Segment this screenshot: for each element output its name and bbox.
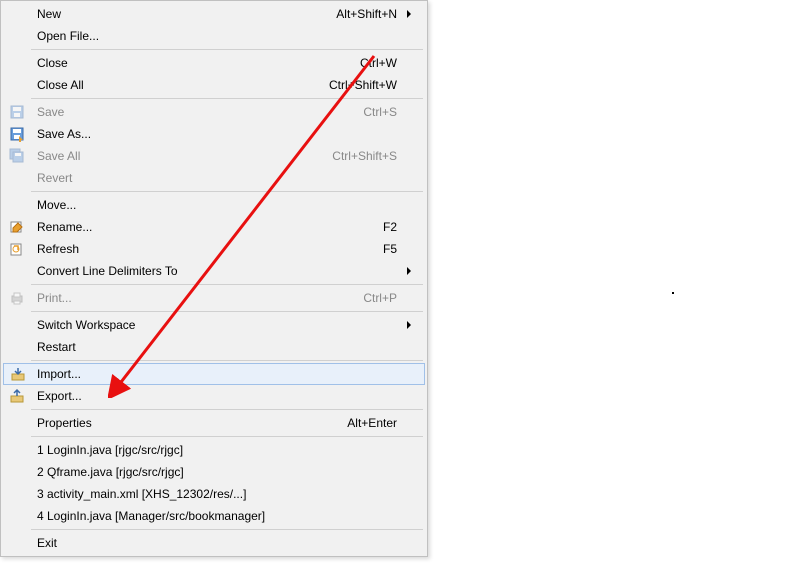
menu-separator [31,191,423,192]
menu-item-label: 2 Qframe.java [rjgc/src/rjgc] [31,465,397,479]
icon-placeholder [3,3,31,25]
icon-placeholder [3,314,31,336]
menu-item-shortcut: Ctrl+Shift+S [332,149,401,163]
submenu-indicator [401,267,417,275]
menu-item-label: 1 LoginIn.java [rjgc/src/rjgc] [31,443,397,457]
icon-placeholder [3,336,31,358]
stray-dot [672,292,674,294]
icon-placeholder [3,505,31,527]
menu-item-rename[interactable]: Rename...F2 [3,216,425,238]
menu-item-3-activity-main-xml-xhs-12302-res[interactable]: 3 activity_main.xml [XHS_12302/res/...] [3,483,425,505]
menu-item-close[interactable]: CloseCtrl+W [3,52,425,74]
menu-item-label: 4 LoginIn.java [Manager/src/bookmanager] [31,509,397,523]
menu-item-2-qframe-java-rjgc-src-rjgc[interactable]: 2 Qframe.java [rjgc/src/rjgc] [3,461,425,483]
menu-item-print[interactable]: Print...Ctrl+P [3,287,425,309]
menu-item-label: Restart [31,340,397,354]
menu-separator [31,360,423,361]
menu-item-label: Switch Workspace [31,318,397,332]
menu-item-label: Save All [31,149,332,163]
menu-item-shortcut: F5 [383,242,401,256]
menu-item-label: Refresh [31,242,383,256]
import-icon [4,364,31,384]
menu-item-move[interactable]: Move... [3,194,425,216]
icon-placeholder [3,52,31,74]
icon-placeholder [3,412,31,434]
chevron-right-icon [407,10,411,18]
menu-item-label: Save [31,105,363,119]
menu-item-import[interactable]: Import... [3,363,425,385]
menu-item-restart[interactable]: Restart [3,336,425,358]
menu-item-label: Close All [31,78,329,92]
menu-separator [31,49,423,50]
menu-item-refresh[interactable]: RefreshF5 [3,238,425,260]
menu-item-save[interactable]: SaveCtrl+S [3,101,425,123]
menu-separator [31,98,423,99]
menu-item-label: Import... [31,367,397,381]
menu-item-export[interactable]: Export... [3,385,425,407]
menu-item-open-file[interactable]: Open File... [3,25,425,47]
menu-item-label: Export... [31,389,397,403]
icon-placeholder [3,260,31,282]
menu-separator [31,409,423,410]
menu-item-label: Rename... [31,220,383,234]
icon-placeholder [3,74,31,96]
saveall-icon [3,145,31,167]
menu-item-save-as[interactable]: Save As... [3,123,425,145]
menu-separator [31,436,423,437]
menu-separator [31,311,423,312]
submenu-indicator [401,321,417,329]
menu-item-shortcut: Alt+Shift+N [336,7,401,21]
icon-placeholder [3,439,31,461]
menu-item-label: Properties [31,416,347,430]
menu-item-shortcut: Ctrl+Shift+W [329,78,401,92]
menu-separator [31,529,423,530]
submenu-indicator [401,10,417,18]
icon-placeholder [3,167,31,189]
menu-item-1-loginin-java-rjgc-src-rjgc[interactable]: 1 LoginIn.java [rjgc/src/rjgc] [3,439,425,461]
menu-item-label: Revert [31,171,397,185]
menu-item-label: Close [31,56,360,70]
export-icon [3,385,31,407]
menu-item-new[interactable]: NewAlt+Shift+N [3,3,425,25]
icon-placeholder [3,532,31,554]
file-menu: NewAlt+Shift+NOpen File...CloseCtrl+WClo… [0,0,428,557]
menu-item-label: Exit [31,536,397,550]
menu-item-label: Convert Line Delimiters To [31,264,397,278]
icon-placeholder [3,25,31,47]
menu-separator [31,284,423,285]
chevron-right-icon [407,267,411,275]
icon-placeholder [3,483,31,505]
menu-item-shortcut: Alt+Enter [347,416,401,430]
icon-placeholder [3,194,31,216]
menu-item-close-all[interactable]: Close AllCtrl+Shift+W [3,74,425,96]
menu-item-label: Open File... [31,29,397,43]
menu-item-label: Print... [31,291,363,305]
print-icon [3,287,31,309]
menu-item-shortcut: Ctrl+W [360,56,401,70]
menu-item-save-all[interactable]: Save AllCtrl+Shift+S [3,145,425,167]
save-icon [3,101,31,123]
icon-placeholder [3,461,31,483]
menu-item-convert-line-delimiters-to[interactable]: Convert Line Delimiters To [3,260,425,282]
menu-item-shortcut: Ctrl+P [363,291,401,305]
saveas-icon [3,123,31,145]
chevron-right-icon [407,321,411,329]
refresh-icon [3,238,31,260]
menu-item-switch-workspace[interactable]: Switch Workspace [3,314,425,336]
menu-item-revert[interactable]: Revert [3,167,425,189]
menu-item-label: Save As... [31,127,397,141]
menu-item-shortcut: F2 [383,220,401,234]
menu-item-shortcut: Ctrl+S [363,105,401,119]
menu-item-label: 3 activity_main.xml [XHS_12302/res/...] [31,487,397,501]
menu-item-properties[interactable]: PropertiesAlt+Enter [3,412,425,434]
menu-item-exit[interactable]: Exit [3,532,425,554]
menu-item-4-loginin-java-manager-src-bookmanager[interactable]: 4 LoginIn.java [Manager/src/bookmanager] [3,505,425,527]
menu-item-label: Move... [31,198,397,212]
menu-item-label: New [31,7,336,21]
rename-icon [3,216,31,238]
